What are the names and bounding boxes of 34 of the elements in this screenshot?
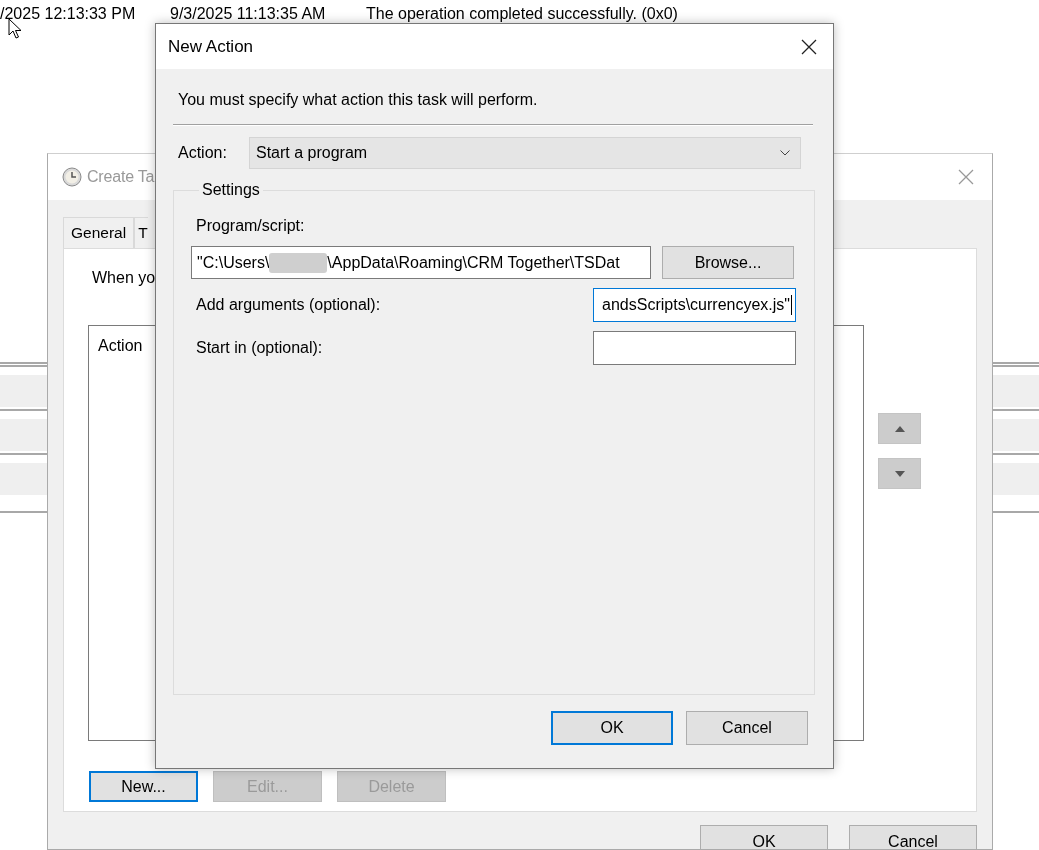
dialog-button[interactable]: OK — [551, 711, 673, 745]
field-label: Program/script: — [195, 217, 306, 235]
table-cell-text: 9/3/2025 11:13:35 AM — [170, 5, 327, 23]
instruction-text: You must specify what action this task will perform. — [177, 90, 539, 110]
table-cell: The operation completed successfully. (0x0) — [366, 5, 678, 23]
dialog-title: New Action — [168, 36, 254, 57]
field-label: Add arguments (optional): — [195, 296, 382, 314]
tab[interactable]: General — [63, 217, 135, 248]
clock-icon — [62, 167, 82, 187]
dialog-button[interactable]: OK — [700, 825, 828, 849]
description-text: When yo — [91, 269, 157, 287]
up-arrow-icon — [894, 425, 905, 432]
column-header: Action — [98, 337, 143, 354]
move-up-button[interactable] — [878, 413, 921, 444]
list-button[interactable]: New... — [89, 771, 198, 802]
action-dropdown[interactable]: Start a program — [249, 137, 801, 169]
close-icon — [958, 169, 974, 185]
field-label: Action: — [178, 144, 228, 162]
browse-button[interactable]: Browse... — [662, 246, 794, 279]
close-icon — [801, 38, 817, 55]
move-down-button[interactable] — [878, 458, 921, 489]
input-field[interactable] — [593, 331, 796, 365]
dialog-button[interactable]: Cancel — [686, 711, 808, 745]
group-label: Settings — [201, 181, 261, 199]
chevron-down-icon — [780, 150, 790, 156]
window-title: Create Ta — [87, 168, 155, 186]
down-arrow-icon — [894, 470, 905, 477]
program-field[interactable]: "C:\Users\ \AppData\Roaming\CRM Together\TSDat — [191, 246, 651, 279]
field-label: Start in (optional): — [195, 339, 324, 357]
tab[interactable]: T — [134, 217, 149, 248]
table-cell-text: /2025 12:13:33 PM — [0, 5, 137, 23]
input-field[interactable]: andsScripts\currencyex.js" — [593, 288, 796, 322]
cursor-icon — [8, 18, 22, 40]
dialog-button[interactable]: Cancel — [849, 825, 977, 849]
